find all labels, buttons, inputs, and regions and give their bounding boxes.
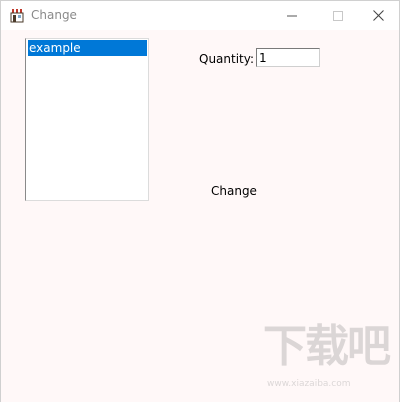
app-window: Change example Quantity: Change	[0, 0, 400, 402]
window-title: Change	[31, 8, 77, 22]
minimize-icon	[287, 6, 297, 25]
quantity-input[interactable]	[256, 48, 320, 67]
shop-awning-icon	[9, 8, 25, 23]
close-icon	[372, 6, 384, 25]
change-label[interactable]: Change	[211, 183, 257, 199]
quantity-label: Quantity:	[199, 52, 255, 66]
close-button[interactable]	[355, 1, 401, 30]
watermark-logo: 下载吧 www.xiazaiba.com	[263, 319, 397, 399]
list-item[interactable]: example	[28, 40, 147, 56]
watermark-url: www.xiazaiba.com	[267, 379, 351, 389]
watermark-text: 下载吧	[263, 321, 391, 372]
item-listbox[interactable]: example	[25, 38, 149, 201]
client-area: example Quantity: Change 下载吧 www.xiazaib…	[1, 30, 399, 402]
title-bar[interactable]: Change	[1, 1, 399, 30]
minimize-button[interactable]	[269, 1, 315, 30]
maximize-icon	[333, 6, 343, 25]
